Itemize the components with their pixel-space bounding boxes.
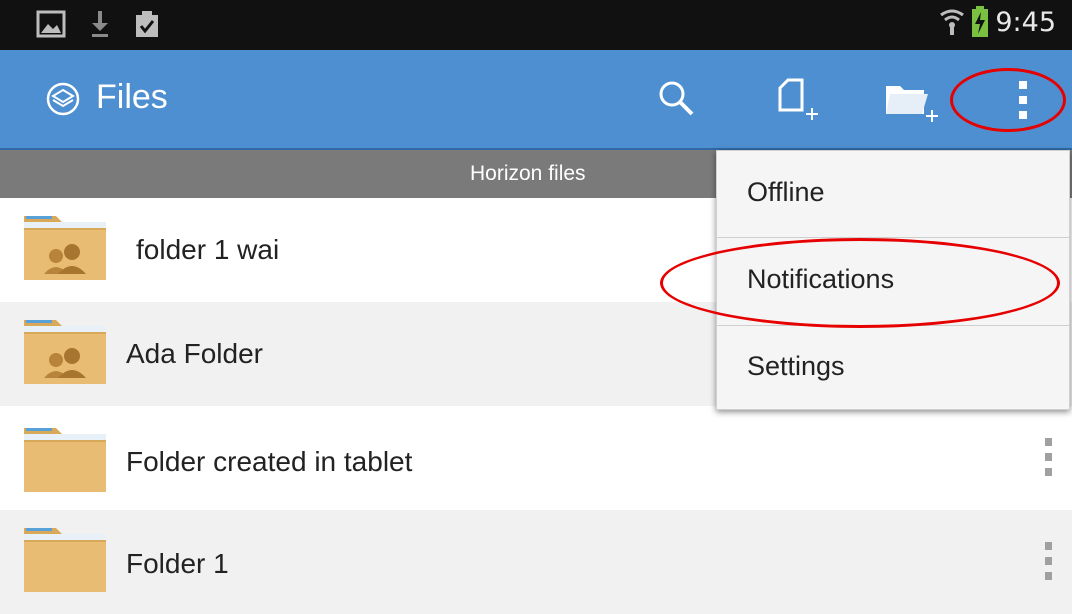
menu-item-label: Offline [747,177,825,207]
item-name: folder 1 wai [136,234,280,265]
action-bar: Files [0,50,1072,150]
shared-folder-icon [24,216,106,280]
battery-charging-icon [972,6,989,37]
new-file-icon[interactable] [774,78,824,124]
folder-icon [24,528,106,592]
item-name: Folder created in tablet [126,446,413,477]
wifi-icon [940,9,965,35]
menu-item-settings[interactable]: Settings [717,327,1069,413]
app-title: Files [96,78,168,116]
item-more-icon[interactable] [1042,438,1054,478]
highlight-ellipse-notifications [660,238,1060,328]
clock: 9:45 [995,6,1056,38]
item-name: Ada Folder [126,338,263,369]
notification-icons [36,9,160,39]
layers-logo-icon[interactable] [46,82,80,116]
system-icons: 9:45 [939,6,1056,38]
folder-icon [24,428,106,492]
shared-folder-icon [24,320,106,384]
search-icon[interactable] [656,78,696,118]
status-bar: 9:45 [0,0,1072,50]
list-item[interactable]: Folder 1 [0,510,1072,614]
download-icon [92,11,108,37]
menu-item-offline[interactable]: Offline [717,153,1069,239]
section-header-label: Horizon files [470,162,586,185]
gallery-icon [36,10,66,38]
item-more-icon[interactable] [1042,542,1054,582]
new-folder-icon[interactable] [884,80,942,126]
list-item[interactable]: Folder created in tablet [0,406,1072,510]
item-name: Folder 1 [126,548,229,579]
menu-item-label: Settings [747,351,845,381]
highlight-ellipse-overflow [950,68,1066,132]
clipboard-check-icon [136,11,158,37]
